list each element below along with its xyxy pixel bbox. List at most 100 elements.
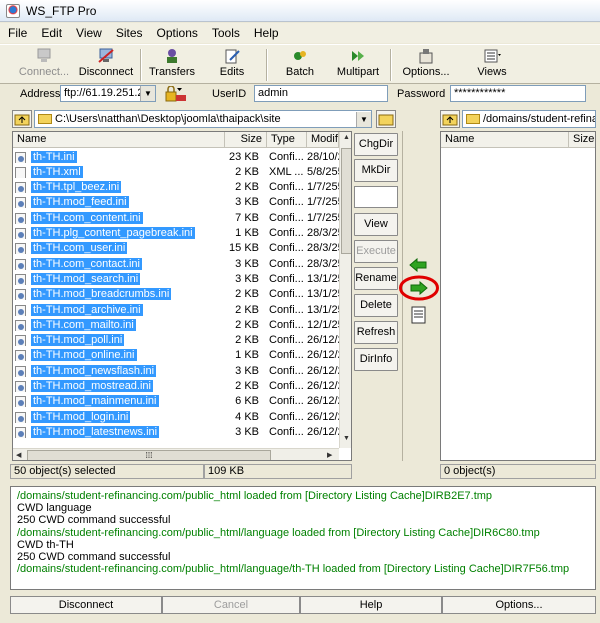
ws-ftp-logo-icon (6, 3, 20, 18)
remote-file-list[interactable]: Name Size (440, 131, 596, 461)
file-name-cell: th-TH.mod_login.ini (13, 410, 225, 423)
config-file-icon (15, 319, 26, 331)
message-log[interactable]: /domains/student-refinancing.com/public_… (10, 486, 596, 590)
table-row[interactable]: th-TH.mod_search.ini 3 KB Confi... 13/1/25 (13, 271, 350, 286)
scroll-up-icon[interactable]: ▲ (343, 134, 350, 141)
bottom-options-button[interactable]: Options... (442, 596, 596, 614)
views-button[interactable]: Views (470, 47, 514, 83)
menu-edit[interactable]: Edit (41, 26, 62, 40)
column-size[interactable]: Size (225, 132, 267, 147)
menu-view[interactable]: View (76, 26, 102, 40)
menu-help[interactable]: Help (254, 26, 279, 40)
column-modified[interactable]: Modified (307, 132, 339, 147)
table-row[interactable]: th-TH.mod_mostread.ini 2 KB Confi... 26/12/… (13, 379, 350, 394)
folder-icon (38, 114, 52, 124)
transfer-right-icon[interactable] (409, 281, 429, 295)
local-status-size: 109 KB (204, 464, 352, 479)
file-name: th-TH.mod_mainmenu.ini (31, 395, 159, 408)
edits-button[interactable]: Edits (210, 47, 254, 83)
mkdir-button[interactable]: MkDir (354, 159, 398, 182)
disconnect-button[interactable]: Disconnect (76, 47, 136, 83)
table-row[interactable]: th-TH.mod_archive.ini 2 KB Confi... 13/1/25 (13, 302, 350, 317)
table-row[interactable]: th-TH.mod_online.ini 1 KB Confi... 26/12/2 (13, 348, 350, 363)
local-vertical-scrollbar[interactable]: ▲ ▼ (339, 132, 351, 448)
ftp-lock-icon[interactable] (164, 86, 188, 103)
remote-column-size[interactable]: Size (569, 132, 595, 147)
multipart-label: Multipart (336, 66, 380, 78)
file-size: 3 KB (235, 364, 259, 377)
table-row[interactable]: th-TH.com_content.ini 7 KB Confi... 1/7/255 (13, 210, 350, 225)
options-icon (419, 49, 433, 64)
menu-tools[interactable]: Tools (212, 26, 240, 40)
address-input[interactable]: ftp://61.19.251.24 ▼ (60, 85, 156, 102)
table-row[interactable]: th-TH.plg_content_pagebreak.ini 1 KB Confi… (13, 226, 350, 241)
table-row[interactable]: th-TH.tpl_beez.ini 2 KB Confi... 1/7/255 (13, 180, 350, 195)
bottom-disconnect-button[interactable]: Disconnect (10, 596, 162, 614)
file-name: th-TH.tpl_beez.ini (31, 181, 122, 194)
connect-button[interactable]: Connect... (14, 47, 74, 83)
table-row[interactable]: th-TH.mod_mainmenu.ini 6 KB Confi... 26/12/… (13, 394, 350, 409)
local-horizontal-scrollbar[interactable]: ◀ ⁞⁞⁞ ▶ (13, 448, 339, 460)
address-label: Address (20, 88, 61, 100)
local-path-dropdown-icon[interactable]: ▼ (356, 112, 371, 127)
config-file-icon (15, 411, 26, 423)
chgdir-button[interactable]: ChgDir (354, 133, 398, 156)
table-row[interactable]: th-TH.mod_newsflash.ini 3 KB Confi... 26/12… (13, 363, 350, 378)
password-value: ************ (454, 87, 506, 99)
local-path-value: C:\Users\natthan\Desktop\joomla\thaipack… (55, 113, 281, 125)
table-row[interactable]: th-TH.ini 23 KB Confi... 28/10/2 (13, 149, 350, 164)
command-input[interactable] (354, 186, 398, 208)
column-type[interactable]: Type (267, 132, 307, 147)
table-row[interactable]: th-TH.mod_login.ini 4 KB Confi... 26/12/2 (13, 409, 350, 424)
config-file-icon (15, 396, 26, 408)
table-row[interactable]: th-TH.com_mailto.ini 2 KB Confi... 12/1/25 (13, 317, 350, 332)
menu-file[interactable]: File (8, 26, 27, 40)
config-file-icon (15, 335, 26, 347)
table-row[interactable]: th-TH.mod_poll.ini 2 KB Confi... 26/12/2 (13, 333, 350, 348)
view-button[interactable]: View (354, 213, 398, 236)
table-row[interactable]: th-TH.com_user.ini 15 KB Confi... 28/3/25 (13, 241, 350, 256)
password-input[interactable]: ************ (450, 85, 586, 102)
delete-button[interactable]: Delete (354, 294, 398, 317)
scroll-right-icon[interactable]: ▶ (327, 451, 332, 459)
refresh-button[interactable]: Refresh (354, 321, 398, 344)
hscroll-thumb[interactable]: ⁞⁞⁞ (27, 450, 271, 460)
local-up-folder-button[interactable] (12, 110, 32, 128)
batch-button[interactable]: Batch (278, 47, 322, 83)
local-folder-button[interactable] (376, 110, 396, 128)
log-lines: /domains/student-refinancing.com/public_… (17, 490, 589, 575)
table-row[interactable]: th-TH.mod_feed.ini 3 KB Confi... 1/7/255 (13, 195, 350, 210)
address-dropdown-icon[interactable]: ▼ (140, 86, 155, 101)
config-file-icon (15, 228, 26, 239)
remote-up-folder-button[interactable] (440, 110, 460, 128)
table-row[interactable]: th-TH.xml 2 KB XML ... 5/8/255 (13, 164, 350, 179)
multipart-button[interactable]: Multipart (330, 47, 386, 83)
transfers-button[interactable]: Transfers (146, 47, 198, 83)
scroll-thumb[interactable] (341, 148, 351, 254)
local-path-input[interactable]: C:\Users\natthan\Desktop\joomla\thaipack… (34, 110, 372, 128)
menu-sites[interactable]: Sites (116, 26, 143, 40)
bottom-help-button[interactable]: Help (300, 596, 442, 614)
remote-column-name[interactable]: Name (441, 132, 569, 147)
bottom-cancel-button[interactable]: Cancel (162, 596, 300, 614)
menu-options[interactable]: Options (157, 26, 198, 40)
remote-path-input[interactable]: /domains/student-refinancing.com/public_… (462, 110, 596, 128)
file-type: Confi... (269, 303, 303, 316)
dirinfo-button[interactable]: DirInfo (354, 348, 398, 371)
execute-button[interactable]: Execute (354, 240, 398, 263)
table-row[interactable]: th-TH.com_contact.ini 3 KB Confi... 28/3/25 (13, 256, 350, 271)
scroll-down-icon[interactable]: ▼ (343, 435, 350, 442)
rename-button[interactable]: Rename (354, 267, 398, 290)
options-button[interactable]: Options... (398, 47, 454, 83)
table-row[interactable]: th-TH.mod_breadcrumbs.ini 2 KB Confi... 13/… (13, 287, 350, 302)
column-name[interactable]: Name (13, 132, 225, 147)
file-name-cell: th-TH.mod_mostread.ini (13, 380, 225, 392)
file-name-cell: th-TH.mod_newsflash.ini (13, 364, 225, 377)
transfer-left-icon[interactable] (408, 258, 428, 272)
userid-input[interactable]: admin (254, 85, 388, 102)
local-file-list[interactable]: Name Size Type Modified th-TH.ini 23 KB Co… (12, 131, 352, 461)
table-row[interactable]: th-TH.mod_latestnews.ini 3 KB Confi... 26/1… (13, 424, 350, 439)
transfer-mode-icon[interactable] (409, 306, 429, 324)
scroll-left-icon[interactable]: ◀ (16, 451, 21, 459)
file-size: 3 KB (235, 196, 259, 209)
